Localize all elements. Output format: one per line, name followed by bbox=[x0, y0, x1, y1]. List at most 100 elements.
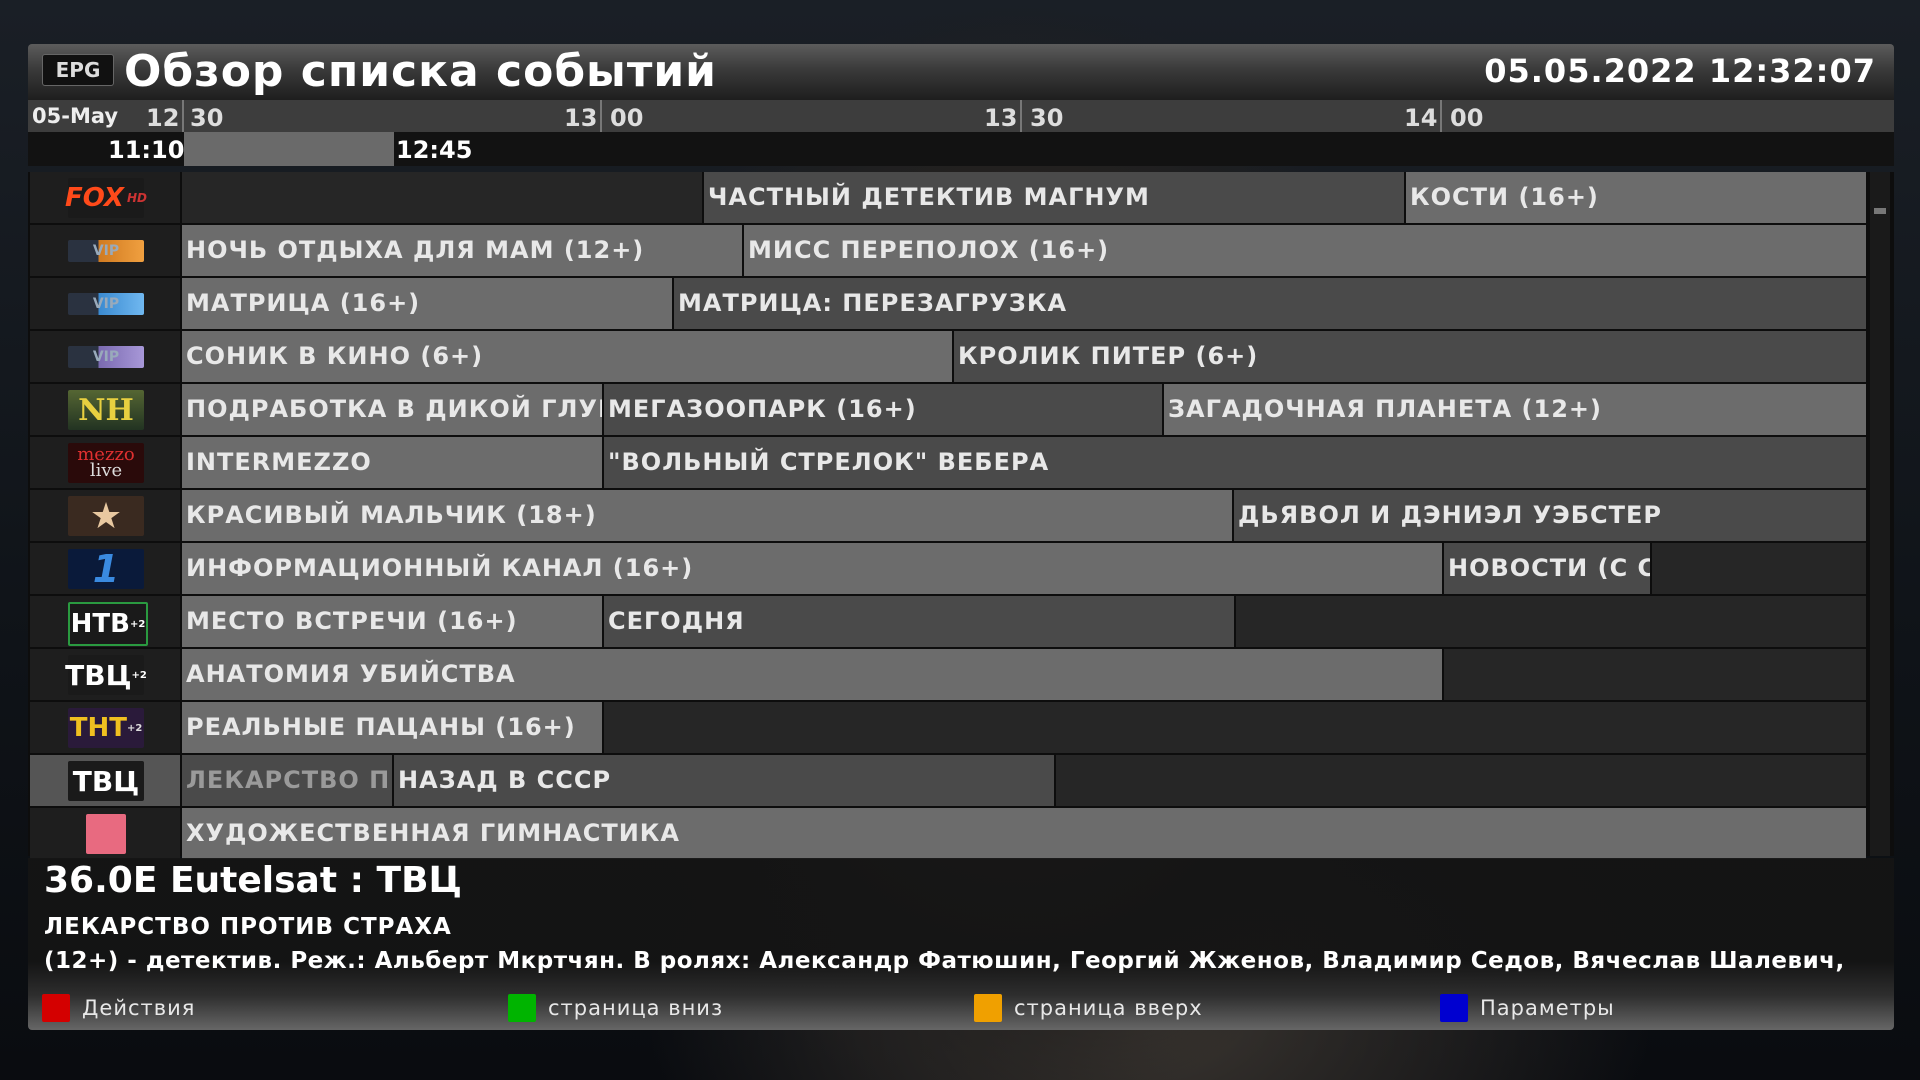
channel-row[interactable]: FOX HD ЧАСТНЫЙ ДЕТЕКТИВ МАГНУМ КОСТИ (16+… bbox=[28, 172, 1866, 223]
channel-row[interactable]: VIP НОЧЬ ОТДЫХА ДЛЯ МАМ (12+) МИСС ПЕРЕП… bbox=[28, 225, 1866, 276]
page-title: Обзор списка событий bbox=[124, 46, 717, 97]
range-start: 11:10 bbox=[108, 136, 185, 164]
channel-row[interactable]: ТВЦ +2 АНАТОМИЯ УБИЙСТВА bbox=[28, 649, 1866, 700]
event-cell[interactable]: МЕГАЗООПАРК (16+) bbox=[604, 384, 1162, 435]
channel-row[interactable]: ТНТ +2 РЕАЛЬНЫЕ ПАЦАНЫ (16+) bbox=[28, 702, 1866, 753]
event-cell[interactable]: МАТРИЦА (16+) bbox=[182, 278, 672, 329]
service-name: 36.0E Eutelsat : ТВЦ bbox=[44, 860, 462, 901]
channel-row[interactable]: NH ПОДРАБОТКА В ДИКОЙ ГЛУШ МЕГАЗООПАРК (… bbox=[28, 384, 1866, 435]
event-cell[interactable] bbox=[1056, 755, 1866, 806]
channel-row[interactable]: НТВ +2 МЕСТО ВСТРЕЧИ (16+) СЕГОДНЯ bbox=[28, 596, 1866, 647]
channel-row[interactable]: ★ КРАСИВЫЙ МАЛЬЧИК (18+) ДЬЯВОЛ И ДЭНИЭЛ… bbox=[28, 490, 1866, 541]
event-title: ЛЕКАРСТВО ПРОТИВ СТРАХА bbox=[44, 914, 452, 940]
clock: 05.05.2022 12:32:07 bbox=[1484, 52, 1876, 90]
fox-hd-logo: FOX HD bbox=[65, 178, 147, 218]
channel-row[interactable]: 1 ИНФОРМАЦИОННЫЙ КАНАЛ (16+) НОВОСТИ (С … bbox=[28, 543, 1866, 594]
event-cell[interactable]: ПОДРАБОТКА В ДИКОЙ ГЛУШ bbox=[182, 384, 602, 435]
event-cell[interactable]: ЗАГАДОЧНАЯ ПЛАНЕТА (12+) bbox=[1164, 384, 1866, 435]
tick-minute: 00 bbox=[1450, 104, 1484, 132]
event-cell[interactable] bbox=[1652, 543, 1866, 594]
tick-hour: 14 bbox=[1404, 104, 1438, 132]
event-cell[interactable] bbox=[182, 172, 702, 223]
channel-logo-cell: ★ bbox=[30, 490, 180, 541]
event-cell[interactable]: СЕГОДНЯ bbox=[604, 596, 1234, 647]
blue-button[interactable]: Параметры bbox=[1440, 992, 1615, 1024]
vip-premiere-logo: VIP bbox=[68, 346, 144, 368]
color-button-bar: Действия страница вниз страница вверх Па… bbox=[28, 990, 1894, 1026]
tick-hour: 12 bbox=[146, 104, 180, 132]
tick-line bbox=[182, 100, 184, 132]
channel-row-selected[interactable]: ТВЦ ЛЕКАРСТВО П НАЗАД В СССР bbox=[28, 755, 1866, 806]
channel-logo-cell: FOX HD bbox=[30, 172, 180, 223]
event-cell[interactable]: КРАСИВЫЙ МАЛЬЧИК (18+) bbox=[182, 490, 1232, 541]
event-cell[interactable]: ЧАСТНЫЙ ДЕТЕКТИВ МАГНУМ bbox=[704, 172, 1404, 223]
channel-logo-cell: 1 bbox=[30, 543, 180, 594]
event-cell[interactable]: СОНИК В КИНО (6+) bbox=[182, 331, 952, 382]
tick-line bbox=[1020, 100, 1022, 132]
ntv-logo: НТВ +2 bbox=[68, 602, 148, 646]
event-cell[interactable]: INTERMEZZO bbox=[182, 437, 602, 488]
time-range-bar: 11:10 12:45 bbox=[28, 132, 1894, 166]
channel-logo-cell: ТНТ +2 bbox=[30, 702, 180, 753]
event-cell[interactable]: РЕАЛЬНЫЕ ПАЦАНЫ (16+) bbox=[182, 702, 602, 753]
red-button[interactable]: Действия bbox=[42, 992, 195, 1024]
timeline-bar: 05-May 12 30 13 00 13 30 14 00 bbox=[28, 100, 1894, 132]
event-cell[interactable]: МЕСТО ВСТРЕЧИ (16+) bbox=[182, 596, 602, 647]
red-button-label: Действия bbox=[82, 996, 196, 1020]
range-end: 12:45 bbox=[396, 136, 473, 164]
green-key-icon bbox=[508, 994, 536, 1022]
scrollbar[interactable] bbox=[1870, 172, 1890, 856]
tick-hour: 13 bbox=[984, 104, 1018, 132]
event-description: (12+) - детектив. Реж.: Альберт Мкртчян.… bbox=[44, 948, 1845, 974]
tvc-logo: ТВЦ +2 bbox=[65, 655, 147, 695]
event-cell[interactable]: НОВОСТИ (С С bbox=[1444, 543, 1650, 594]
event-cell[interactable]: МИСС ПЕРЕПОЛОХ (16+) bbox=[744, 225, 1866, 276]
channel-row[interactable]: VIP СОНИК В КИНО (6+) КРОЛИК ПИТЕР (6+) bbox=[28, 331, 1866, 382]
vip-comedy-logo: VIP bbox=[68, 240, 144, 262]
yellow-button[interactable]: страница вверх bbox=[974, 992, 1203, 1024]
channel-logo-cell: VIP bbox=[30, 331, 180, 382]
range-indicator bbox=[184, 132, 394, 166]
green-button[interactable]: страница вниз bbox=[508, 992, 723, 1024]
green-button-label: страница вниз bbox=[548, 996, 724, 1020]
blue-button-label: Параметры bbox=[1480, 996, 1615, 1020]
event-cell[interactable]: КРОЛИК ПИТЕР (6+) bbox=[954, 331, 1866, 382]
pink-channel-logo bbox=[86, 814, 126, 854]
tick-minute: 00 bbox=[610, 104, 644, 132]
channel-logo-cell bbox=[30, 808, 180, 859]
event-cell[interactable]: АНАТОМИЯ УБИЙСТВА bbox=[182, 649, 1442, 700]
channel-row[interactable]: VIP МАТРИЦА (16+) МАТРИЦА: ПЕРЕЗАГРУЗКА bbox=[28, 278, 1866, 329]
event-cell[interactable] bbox=[604, 702, 1866, 753]
event-cell[interactable] bbox=[1236, 596, 1866, 647]
event-cell[interactable] bbox=[1444, 649, 1866, 700]
event-cell[interactable]: ДЬЯВОЛ И ДЭНИЭЛ УЭБСТЕР bbox=[1234, 490, 1866, 541]
event-cell[interactable]: МАТРИЦА: ПЕРЕЗАГРУЗКА bbox=[674, 278, 1866, 329]
event-cell-selected[interactable]: ЛЕКАРСТВО П bbox=[182, 755, 392, 806]
tick-minute: 30 bbox=[190, 104, 224, 132]
vip-megahit-logo: VIP bbox=[68, 293, 144, 315]
epg-panel: EPG Обзор списка событий 05.05.2022 12:3… bbox=[28, 44, 1894, 1030]
tnt-logo: ТНТ +2 bbox=[68, 708, 144, 748]
channel-logo-cell: mezzo live bbox=[30, 437, 180, 488]
event-cell[interactable]: НОЧЬ ОТДЫХА ДЛЯ МАМ (12+) bbox=[182, 225, 742, 276]
event-cell[interactable]: НАЗАД В СССР bbox=[394, 755, 1054, 806]
scrollbar-thumb[interactable] bbox=[1874, 208, 1886, 214]
tick-line bbox=[600, 100, 602, 132]
tick-minute: 30 bbox=[1030, 104, 1064, 132]
channel-row[interactable]: mezzo live INTERMEZZO "ВОЛЬНЫЙ СТРЕЛОК" В… bbox=[28, 437, 1866, 488]
timeline-date: 05-May bbox=[32, 104, 119, 128]
event-cell[interactable]: ИНФОРМАЦИОННЫЙ КАНАЛ (16+) bbox=[182, 543, 1442, 594]
channel-logo-cell: ТВЦ bbox=[30, 755, 180, 806]
first-channel-logo: 1 bbox=[68, 547, 144, 591]
epg-grid: FOX HD ЧАСТНЫЙ ДЕТЕКТИВ МАГНУМ КОСТИ (16+… bbox=[28, 172, 1894, 859]
event-cell[interactable]: "ВОЛЬНЫЙ СТРЕЛОК" ВЕБЕРА bbox=[604, 437, 1866, 488]
event-cell[interactable]: ХУДОЖЕСТВЕННАЯ ГИМНАСТИКА bbox=[182, 808, 1866, 859]
epg-badge: EPG bbox=[42, 54, 114, 86]
channel-row[interactable]: ХУДОЖЕСТВЕННАЯ ГИМНАСТИКА bbox=[28, 808, 1866, 859]
mezzo-live-logo: mezzo live bbox=[68, 443, 144, 483]
channel-logo-cell: VIP bbox=[30, 278, 180, 329]
event-cell[interactable]: КОСТИ (16+) bbox=[1406, 172, 1866, 223]
red-key-icon bbox=[42, 994, 70, 1022]
channel-logo-cell: NH bbox=[30, 384, 180, 435]
channel-logo-cell: ТВЦ +2 bbox=[30, 649, 180, 700]
